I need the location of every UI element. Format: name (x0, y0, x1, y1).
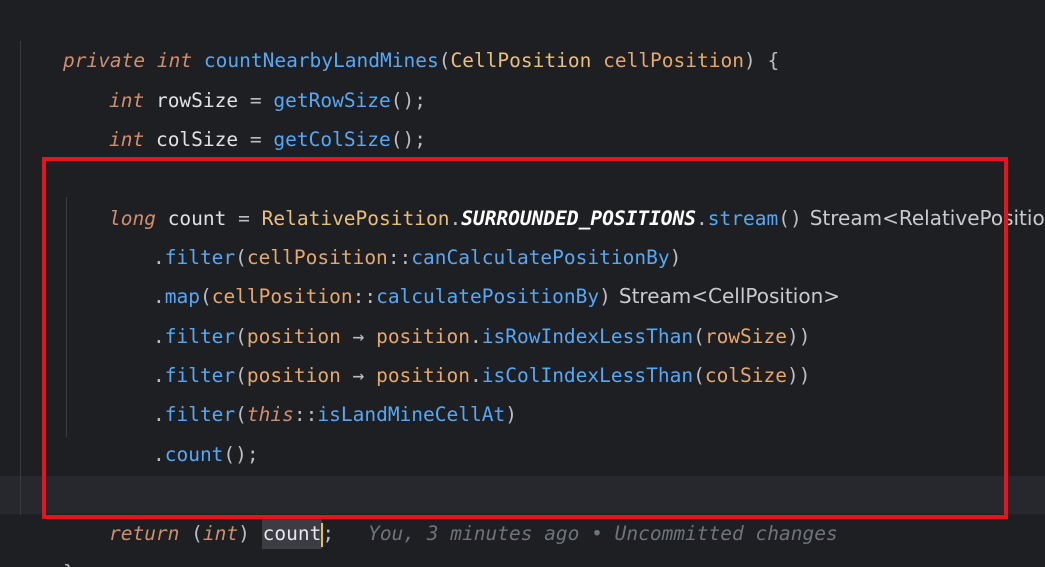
dot: . (152, 443, 165, 466)
code-line-3[interactable]: int colSize = getColSize(); (62, 81, 426, 151)
call-tail: () (778, 207, 802, 230)
call-tail: (); (223, 443, 259, 466)
type-keyword: int (108, 128, 145, 151)
operator: = (238, 128, 274, 151)
semicolon: ; (322, 522, 335, 545)
selected-variable[interactable]: count (261, 518, 323, 549)
paren: ( (693, 364, 705, 387)
code-line-8[interactable]: .filter(position → position.isRowIndexLe… (106, 278, 811, 348)
call-name: getColSize (273, 128, 391, 151)
paren: ( (438, 49, 451, 72)
param-name: cellPosition (603, 49, 744, 72)
paren: ( (179, 522, 203, 545)
code-line-11[interactable]: .count(); (106, 396, 259, 466)
ref-method: isLandMineCellAt (317, 403, 506, 426)
code-editor[interactable]: private int countNearbyLandMines(CellPos… (0, 0, 1045, 567)
call-name: count (164, 443, 224, 466)
dot: . (696, 207, 708, 230)
paren: )) (787, 364, 811, 387)
variable-name: colSize (155, 128, 239, 151)
code-line-5[interactable]: long count = RelativePosition.SURROUNDED… (62, 160, 1045, 230)
code-line-6[interactable]: .filter(cellPosition::canCalculatePositi… (106, 199, 681, 269)
code-line-10[interactable]: .filter(this::isLandMineCellAt) (106, 356, 517, 426)
type-hint: Stream<RelativePosition> (809, 206, 1045, 230)
code-line-13[interactable]: return (int) count; You, 3 minutes ago • … (62, 475, 838, 549)
call-name: stream (707, 207, 779, 230)
paren: ) (505, 403, 517, 426)
method-ref-separator: :: (293, 403, 318, 426)
paren: ) (238, 522, 262, 545)
argument: colSize (704, 364, 788, 387)
return-keyword: return (108, 522, 180, 545)
code-line-1[interactable]: private int countNearbyLandMines(CellPos… (16, 2, 779, 72)
closing-brace: } (63, 561, 75, 567)
code-line-9[interactable]: .filter(position → position.isColIndexLe… (106, 317, 811, 387)
param-type: CellPosition (450, 49, 592, 72)
code-line-2[interactable]: int rowSize = getRowSize(); (62, 42, 426, 112)
call-tail: (); (390, 128, 427, 151)
code-line-14[interactable]: } (16, 514, 75, 567)
cast-type: int (202, 522, 239, 545)
paren-brace: ) { (743, 49, 780, 72)
git-blame-annotation: You, 3 minutes ago • Uncommitted changes (368, 522, 838, 545)
code-line-7[interactable]: .map(cellPosition::calculatePositionBy) S… (106, 238, 840, 308)
